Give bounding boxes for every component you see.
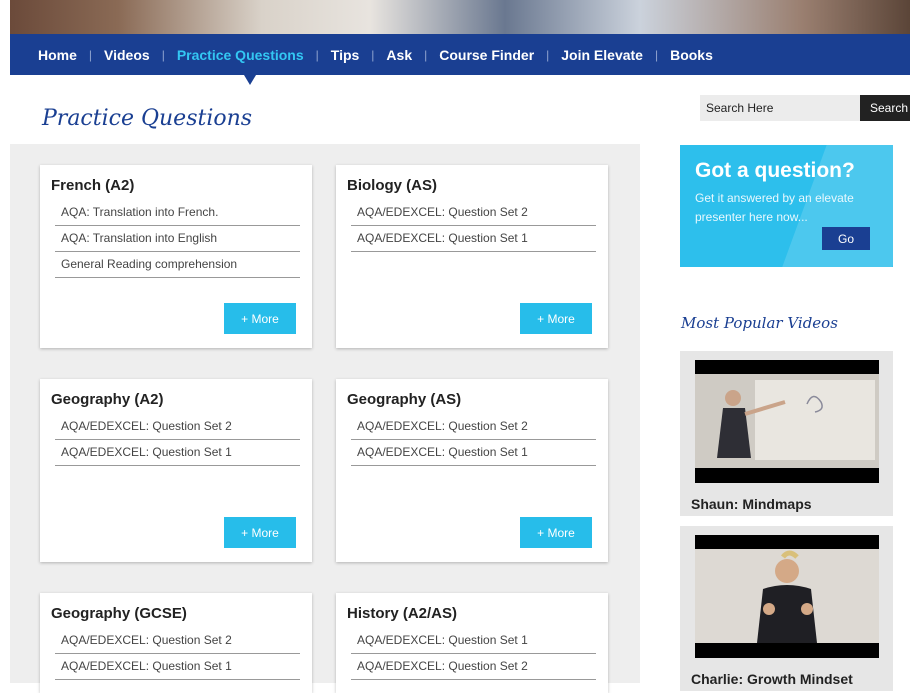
question-link[interactable]: AQA/EDEXCEL: Question Set 2: [351, 654, 596, 680]
subject-card-geography-gcse: Geography (GCSE) AQA/EDEXCEL: Question S…: [40, 593, 312, 693]
question-link[interactable]: AQA/EDEXCEL: Question Set 1: [351, 226, 596, 252]
video-card-shaun[interactable]: Shaun: Mindmaps: [680, 351, 893, 516]
video-frame-speaker: [695, 549, 879, 643]
practice-questions-panel: French (A2) AQA: Translation into French…: [10, 144, 640, 693]
question-link[interactable]: AQA/EDEXCEL: Question Set 2: [351, 414, 596, 440]
search-button[interactable]: Search: [860, 95, 910, 121]
nav-separator: |: [315, 47, 319, 62]
question-link[interactable]: AQA: Translation into French.: [55, 200, 300, 226]
nav-separator: |: [424, 47, 428, 62]
nav-join-elevate[interactable]: Join Elevate: [561, 47, 643, 63]
card-title: Biology (AS): [347, 177, 437, 194]
card-title: Geography (GCSE): [51, 605, 187, 622]
nav-home[interactable]: Home: [38, 47, 77, 63]
card-title: History (A2/AS): [347, 605, 458, 622]
subject-card-geography-as: Geography (AS) AQA/EDEXCEL: Question Set…: [336, 379, 608, 562]
most-popular-videos-heading: Most Popular Videos: [681, 314, 838, 332]
question-link[interactable]: AQA/EDEXCEL: Question Set 2: [55, 628, 300, 654]
nav-separator: |: [371, 47, 375, 62]
nav-separator: |: [546, 47, 550, 62]
promo-title: Got a question?: [695, 159, 855, 182]
card-title: Geography (AS): [347, 391, 462, 408]
video-card-charlie[interactable]: Charlie: Growth Mindset: [680, 526, 893, 691]
nav-practice-questions[interactable]: Practice Questions: [177, 47, 304, 63]
card-title: Geography (A2): [51, 391, 164, 408]
ask-question-promo: Got a question? Get it answered by an el…: [680, 145, 893, 267]
more-button[interactable]: + More: [224, 517, 296, 548]
promo-text: Get it answered by an elevate presenter …: [695, 191, 854, 224]
question-link[interactable]: AQA/EDEXCEL: Question Set 1: [351, 440, 596, 466]
more-button[interactable]: + More: [520, 517, 592, 548]
main-navigation: Home | Videos | Practice Questions | Tip…: [10, 34, 910, 75]
nav-ask[interactable]: Ask: [386, 47, 412, 63]
question-link[interactable]: AQA/EDEXCEL: Question Set 2: [55, 414, 300, 440]
page-title: Practice Questions: [42, 106, 253, 131]
search-form: Search: [700, 95, 910, 121]
video-frame-whiteboard: [695, 374, 879, 468]
question-link[interactable]: AQA/EDEXCEL: Question Set 1: [55, 654, 300, 680]
active-nav-pointer-icon: [244, 75, 256, 85]
nav-books[interactable]: Books: [670, 47, 713, 63]
nav-separator: |: [88, 47, 93, 62]
question-link[interactable]: AQA/EDEXCEL: Question Set 2: [351, 200, 596, 226]
nav-course-finder[interactable]: Course Finder: [439, 47, 534, 63]
search-input[interactable]: [700, 95, 860, 121]
subject-card-history-a2-as: History (A2/AS) AQA/EDEXCEL: Question Se…: [336, 593, 608, 693]
question-link[interactable]: AQA/EDEXCEL: Question Set 1: [55, 440, 300, 466]
more-button[interactable]: + More: [224, 303, 296, 334]
nav-tips[interactable]: Tips: [331, 47, 360, 63]
go-button[interactable]: Go: [822, 227, 870, 250]
header-banner-image: [10, 0, 910, 34]
video-title[interactable]: Shaun: Mindmaps: [691, 496, 812, 512]
nav-separator: |: [161, 47, 165, 62]
video-thumbnail[interactable]: [695, 535, 879, 658]
nav-videos[interactable]: Videos: [104, 47, 150, 63]
subject-card-geography-a2: Geography (A2) AQA/EDEXCEL: Question Set…: [40, 379, 312, 562]
subject-card-french-a2: French (A2) AQA: Translation into French…: [40, 165, 312, 348]
video-title[interactable]: Charlie: Growth Mindset: [691, 671, 853, 687]
nav-separator: |: [654, 47, 659, 62]
subject-card-biology-as: Biology (AS) AQA/EDEXCEL: Question Set 2…: [336, 165, 608, 348]
question-link[interactable]: AQA: Translation into English: [55, 226, 300, 252]
question-link[interactable]: General Reading comprehension: [55, 252, 300, 278]
card-title: French (A2): [51, 177, 135, 194]
question-link[interactable]: AQA/EDEXCEL: Question Set 1: [351, 628, 596, 654]
more-button[interactable]: + More: [520, 303, 592, 334]
video-thumbnail[interactable]: [695, 360, 879, 483]
